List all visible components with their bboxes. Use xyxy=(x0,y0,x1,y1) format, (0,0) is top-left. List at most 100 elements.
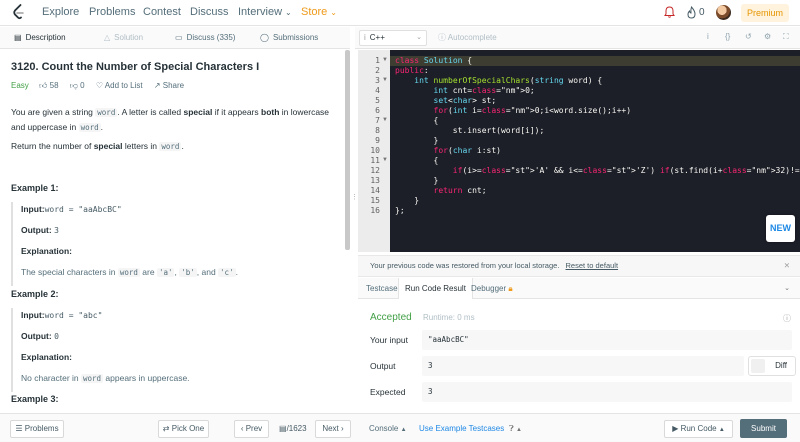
desc-text: . xyxy=(100,122,104,132)
chevron-down-icon[interactable]: ⌄ xyxy=(784,284,790,292)
new-feature-button[interactable]: NEW xyxy=(766,215,795,242)
top-navbar: Explore Problems Contest Discuss Intervi… xyxy=(0,0,800,26)
input-label: Input: xyxy=(21,310,45,320)
code-line: } xyxy=(395,136,439,145)
dislike-button[interactable]: 👎︎ 0 xyxy=(70,81,85,90)
desc-text: . xyxy=(181,141,184,151)
code-line: st.insert(word[i]); xyxy=(395,126,545,135)
tab-discuss[interactable]: ▭ Discuss (335) xyxy=(175,27,235,49)
tab-run-code-result[interactable]: Run Code Result xyxy=(398,278,473,299)
lock-icon: 🔒︎ xyxy=(508,284,513,293)
nav-store-label: Store xyxy=(301,6,328,18)
reset-to-default-link[interactable]: Reset to default xyxy=(566,261,619,270)
code-line: public: xyxy=(395,66,429,75)
nav-store[interactable]: Store ⌄ xyxy=(301,6,337,18)
problem-title: 3120. Count the Number of Special Charac… xyxy=(11,61,260,73)
braces-icon[interactable]: {} xyxy=(725,32,730,41)
language-select[interactable]: i C++ ⌄ xyxy=(359,30,427,46)
info-icon[interactable]: i xyxy=(707,32,709,41)
code-line: int cnt=class="nm">0; xyxy=(433,86,535,95)
problems-button[interactable]: ☰ Problems xyxy=(10,420,64,438)
fullscreen-icon[interactable]: ⛶ xyxy=(783,32,789,42)
explanation-text: The special characters in xyxy=(21,267,118,277)
desc-text: . A letter is called xyxy=(117,107,184,117)
fold-icon[interactable]: ▼ xyxy=(382,117,388,123)
problem-tabs: ▤ Description △ Solution ▭ Discuss (335) ◯ S… xyxy=(0,27,350,49)
streak-count: 0 xyxy=(699,7,705,18)
autocomplete-toggle[interactable]: ⓘ Autocomplete xyxy=(438,31,497,45)
code-line: { xyxy=(395,156,439,165)
code-line: } xyxy=(395,176,439,185)
tab-solution[interactable]: △ Solution xyxy=(104,27,143,49)
info-icon: ⓘ xyxy=(438,33,448,42)
like-button[interactable]: 👍︎ 58 xyxy=(39,81,59,90)
leetcode-logo-icon[interactable] xyxy=(12,4,26,21)
nav-interview[interactable]: Interview ⌄ xyxy=(238,6,292,18)
code-line: } xyxy=(395,196,420,205)
diff-button[interactable]: Diff xyxy=(748,356,796,376)
inline-code: 'b' xyxy=(179,268,197,277)
output-value: 3 xyxy=(54,226,59,235)
bottom-bar: ☰ Problems ⇄ Pick One ‹ Prev ▤/1623 Next… xyxy=(0,413,800,442)
tab-description-label: Description xyxy=(25,33,66,42)
desc-text: if it appears xyxy=(212,107,261,117)
chevron-right-icon: › xyxy=(341,424,344,433)
language-value: C++ xyxy=(369,33,385,42)
reset-icon[interactable]: ↺ xyxy=(745,32,752,41)
example-output: Output: 3 xyxy=(21,223,336,244)
expected-value: 3 xyxy=(422,382,792,402)
share-button[interactable]: ↗ Share xyxy=(154,81,184,90)
use-example-testcases-link[interactable]: Use Example Testcases xyxy=(419,424,504,433)
tab-debugger[interactable]: Debugger 🔒︎ xyxy=(471,278,513,299)
prev-button[interactable]: ‹ Prev xyxy=(234,420,269,438)
line-number: 13 xyxy=(370,176,380,185)
info-icon[interactable]: ⓘ xyxy=(783,313,791,324)
next-button[interactable]: Next › xyxy=(315,420,351,438)
run-code-button[interactable]: ▶ Run Code ▲ xyxy=(664,420,733,438)
fold-icon[interactable]: ▼ xyxy=(382,77,388,83)
nav-explore[interactable]: Explore xyxy=(42,6,79,18)
console-toggle[interactable]: Console ▲ xyxy=(369,424,407,433)
settings-icon[interactable]: ⚙ xyxy=(764,32,771,41)
pick-one-button[interactable]: ⇄ Pick One xyxy=(158,420,209,438)
bell-icon[interactable] xyxy=(664,6,675,18)
caret-up-icon: ▲ xyxy=(400,427,407,433)
close-icon[interactable]: ✕ xyxy=(784,256,790,276)
tab-debugger-label: Debugger xyxy=(471,284,507,293)
tab-submissions-label: Submissions xyxy=(272,33,319,42)
desc-bold: both xyxy=(261,107,280,117)
inline-code: word xyxy=(117,268,140,277)
tab-submissions[interactable]: ◯ Submissions xyxy=(260,27,318,49)
problem-description: 3120. Count the Number of Special Charac… xyxy=(0,50,345,413)
fold-icon[interactable]: ▼ xyxy=(382,157,388,163)
inline-code: word xyxy=(95,108,118,117)
premium-button[interactable]: Premium xyxy=(741,4,789,22)
your-input-value: "aaAbcBC" xyxy=(422,330,792,350)
caret-icon: ▲ xyxy=(516,427,522,433)
code-editor[interactable]: 1 ▼ 2 3 ▼ 4 5 6 7 ▼ 8 9 10 11 ▼ 12 13 14 15 … xyxy=(358,50,800,252)
code-area[interactable]: class Solution {public: int numberOfSpec… xyxy=(390,50,800,252)
submit-button[interactable]: Submit xyxy=(740,419,787,438)
help-icon[interactable]: ❓︎ ▲ xyxy=(509,424,522,434)
fold-icon[interactable]: ▼ xyxy=(382,57,388,63)
fire-icon[interactable] xyxy=(686,6,697,19)
nav-discuss[interactable]: Discuss xyxy=(190,6,229,18)
example-input: Input:word = "abc" xyxy=(21,308,336,329)
inline-code: word xyxy=(81,374,104,383)
tab-description[interactable]: ▤ Description xyxy=(14,27,66,49)
diff-toggle[interactable] xyxy=(751,359,765,373)
nav-problems[interactable]: Problems xyxy=(89,6,135,18)
panel-splitter[interactable]: ⋮ xyxy=(351,194,358,217)
tab-testcase[interactable]: Testcase xyxy=(364,278,400,299)
input-value: word = "abc" xyxy=(44,311,103,320)
explanation-label: Explanation: xyxy=(21,352,73,362)
nav-contest[interactable]: Contest xyxy=(143,6,181,18)
line-number: 10 xyxy=(370,146,380,155)
clock-icon: ◯ xyxy=(260,33,269,42)
prev-label: Prev xyxy=(245,424,263,433)
avatar[interactable] xyxy=(716,5,731,20)
description-scrollbar[interactable] xyxy=(345,50,350,250)
add-to-list-button[interactable]: ♡ Add to List xyxy=(96,81,143,90)
tab-solution-label: Solution xyxy=(114,33,144,42)
code-line: if(i>=class="st">'A' && i<=class="st">'Z… xyxy=(452,166,800,175)
